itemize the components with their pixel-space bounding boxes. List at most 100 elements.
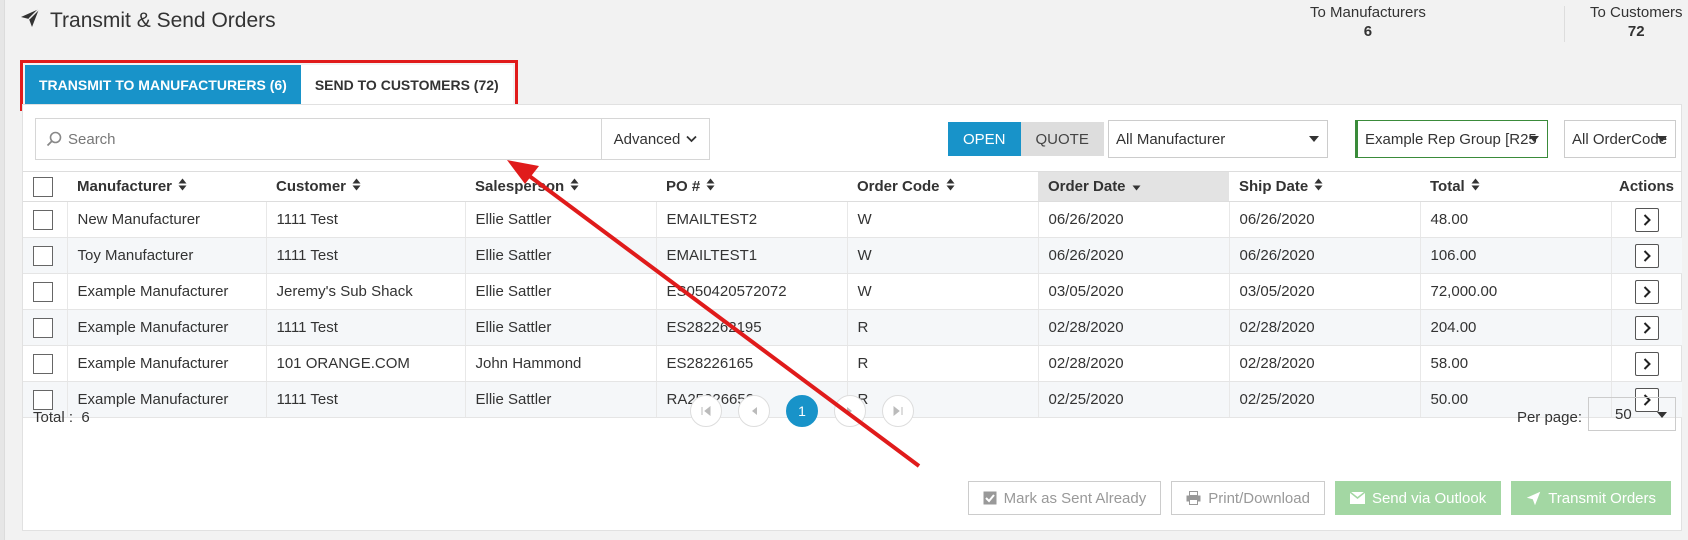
tab-transmit-to-manufacturers[interactable]: TRANSMIT TO MANUFACTURERS (6) — [25, 65, 301, 105]
search-icon — [46, 131, 62, 147]
row-checkbox[interactable] — [33, 317, 53, 338]
cell-salesperson: John Hammond — [465, 345, 657, 382]
col-order-code[interactable]: Order Code — [847, 171, 1038, 202]
mark-as-sent-button[interactable]: Mark as Sent Already — [967, 481, 1162, 515]
advanced-search-button[interactable]: Advanced — [601, 119, 709, 159]
col-total[interactable]: Total — [1420, 171, 1611, 202]
mark-as-sent-label: Mark as Sent Already — [1003, 489, 1147, 507]
cell-order-date: 02/28/2020 — [1038, 345, 1230, 382]
page-title: Transmit & Send Orders — [50, 8, 276, 32]
row-checkbox[interactable] — [33, 281, 53, 302]
row-actions-cell — [1611, 237, 1682, 274]
row-checkbox[interactable] — [33, 353, 53, 374]
next-page-button[interactable] — [834, 395, 866, 427]
total-value: 6 — [81, 409, 90, 426]
chevron-down-icon — [686, 135, 697, 143]
sort-icon — [352, 178, 361, 195]
row-select-cell — [23, 201, 68, 238]
status-quote-button[interactable]: QUOTE — [1020, 122, 1104, 156]
search-box: Advanced — [35, 118, 710, 160]
first-page-button[interactable] — [690, 395, 722, 427]
select-all-checkbox[interactable] — [33, 176, 53, 197]
cell-total: 48.00 — [1420, 201, 1612, 238]
ordercode-select[interactable]: All OrderCode — [1564, 120, 1676, 158]
table-header-row: Manufacturer Customer Salesperson PO # O… — [23, 171, 1682, 202]
envelope-icon — [1349, 492, 1365, 504]
search-input[interactable] — [62, 120, 622, 158]
cell-ship-date: 06/26/2020 — [1229, 237, 1421, 274]
pagination: 1 — [690, 395, 914, 427]
open-order-button[interactable] — [1634, 315, 1659, 340]
cell-order-date: 06/26/2020 — [1038, 237, 1230, 274]
row-checkbox[interactable] — [33, 209, 53, 230]
cell-customer: Jeremy's Sub Shack — [266, 273, 466, 310]
col-manufacturer[interactable]: Manufacturer — [67, 171, 266, 202]
cell-salesperson: Ellie Sattler — [465, 237, 657, 274]
cell-total: 58.00 — [1420, 345, 1612, 382]
open-order-button[interactable] — [1634, 351, 1659, 376]
bulk-actions: Mark as Sent Already Print/Download Send… — [967, 481, 1671, 515]
stat-label: To Manufacturers — [1310, 4, 1426, 21]
col-label: Salesperson — [475, 177, 565, 195]
table-row: Example Manufacturer 101 ORANGE.COM John H… — [23, 345, 1682, 382]
transmit-orders-button[interactable]: Transmit Orders — [1511, 481, 1671, 515]
cell-manufacturer: Example Manufacturer — [67, 309, 267, 346]
col-label: Customer — [276, 177, 347, 195]
sort-icon — [946, 178, 955, 195]
status-open-button[interactable]: OPEN — [948, 122, 1021, 156]
paper-plane-icon — [1526, 491, 1541, 505]
row-actions-cell — [1611, 201, 1682, 238]
col-po-number[interactable]: PO # — [656, 171, 847, 202]
open-order-button[interactable] — [1634, 207, 1659, 232]
toolbar: Advanced OPEN QUOTE All Manufacturer Exa… — [35, 118, 1676, 162]
page-1-button[interactable]: 1 — [786, 395, 818, 427]
chevron-right-icon — [1643, 285, 1651, 298]
status-toggle: OPEN QUOTE — [948, 122, 1104, 156]
chevron-right-icon — [1643, 321, 1651, 334]
col-label: Ship Date — [1239, 177, 1309, 195]
send-via-outlook-button[interactable]: Send via Outlook — [1334, 481, 1502, 515]
col-ship-date[interactable]: Ship Date — [1229, 171, 1420, 202]
row-select-cell — [23, 309, 68, 346]
total-count: Total : 6 — [33, 409, 90, 426]
col-label: Total — [1430, 177, 1465, 195]
col-order-date[interactable]: Order Date — [1038, 171, 1229, 202]
send-via-outlook-label: Send via Outlook — [1371, 489, 1487, 507]
cell-order-date: 03/05/2020 — [1038, 273, 1230, 310]
caret-down-icon — [1657, 136, 1667, 142]
checkbox-icon — [983, 491, 997, 505]
stat-value: 6 — [1363, 23, 1373, 40]
rep-group-select[interactable]: Example Rep Group [R25 — [1355, 120, 1548, 158]
sort-icon — [1314, 178, 1323, 195]
ordercode-select-value: All OrderCode — [1572, 130, 1668, 148]
open-order-button[interactable] — [1634, 279, 1659, 304]
cell-salesperson: Ellie Sattler — [465, 273, 657, 310]
per-page-label: Per page: — [1516, 409, 1582, 426]
cell-order-code: W — [847, 237, 1039, 274]
printer-icon — [1186, 491, 1201, 505]
cell-salesperson: Ellie Sattler — [465, 201, 657, 238]
orders-table: Manufacturer Customer Salesperson PO # O… — [23, 171, 1682, 418]
last-page-button[interactable] — [882, 395, 914, 427]
cell-customer: 1111 Test — [266, 201, 466, 238]
col-salesperson[interactable]: Salesperson — [465, 171, 656, 202]
per-page-select[interactable]: 50 — [1588, 397, 1676, 431]
row-checkbox[interactable] — [33, 245, 53, 266]
row-select-cell — [23, 345, 68, 382]
manufacturer-select[interactable]: All Manufacturer — [1108, 120, 1328, 158]
col-customer[interactable]: Customer — [266, 171, 465, 202]
prev-page-button[interactable] — [738, 395, 770, 427]
open-order-button[interactable] — [1634, 243, 1659, 268]
cell-manufacturer: Toy Manufacturer — [67, 237, 267, 274]
print-download-button[interactable]: Print/Download — [1171, 481, 1325, 515]
tab-send-to-customers[interactable]: SEND TO CUSTOMERS (72) — [300, 65, 513, 105]
orders-panel: Advanced OPEN QUOTE All Manufacturer Exa… — [22, 104, 1682, 531]
cell-manufacturer: Example Manufacturer — [67, 273, 267, 310]
cell-ship-date: 06/26/2020 — [1229, 201, 1421, 238]
table-row: Example Manufacturer Jeremy's Sub Shack El… — [23, 273, 1682, 310]
cell-customer: 1111 Test — [266, 237, 466, 274]
chevron-right-icon — [1643, 213, 1651, 226]
cell-total: 204.00 — [1420, 309, 1612, 346]
cell-ship-date: 02/28/2020 — [1229, 309, 1421, 346]
col-actions: Actions — [1611, 171, 1682, 202]
